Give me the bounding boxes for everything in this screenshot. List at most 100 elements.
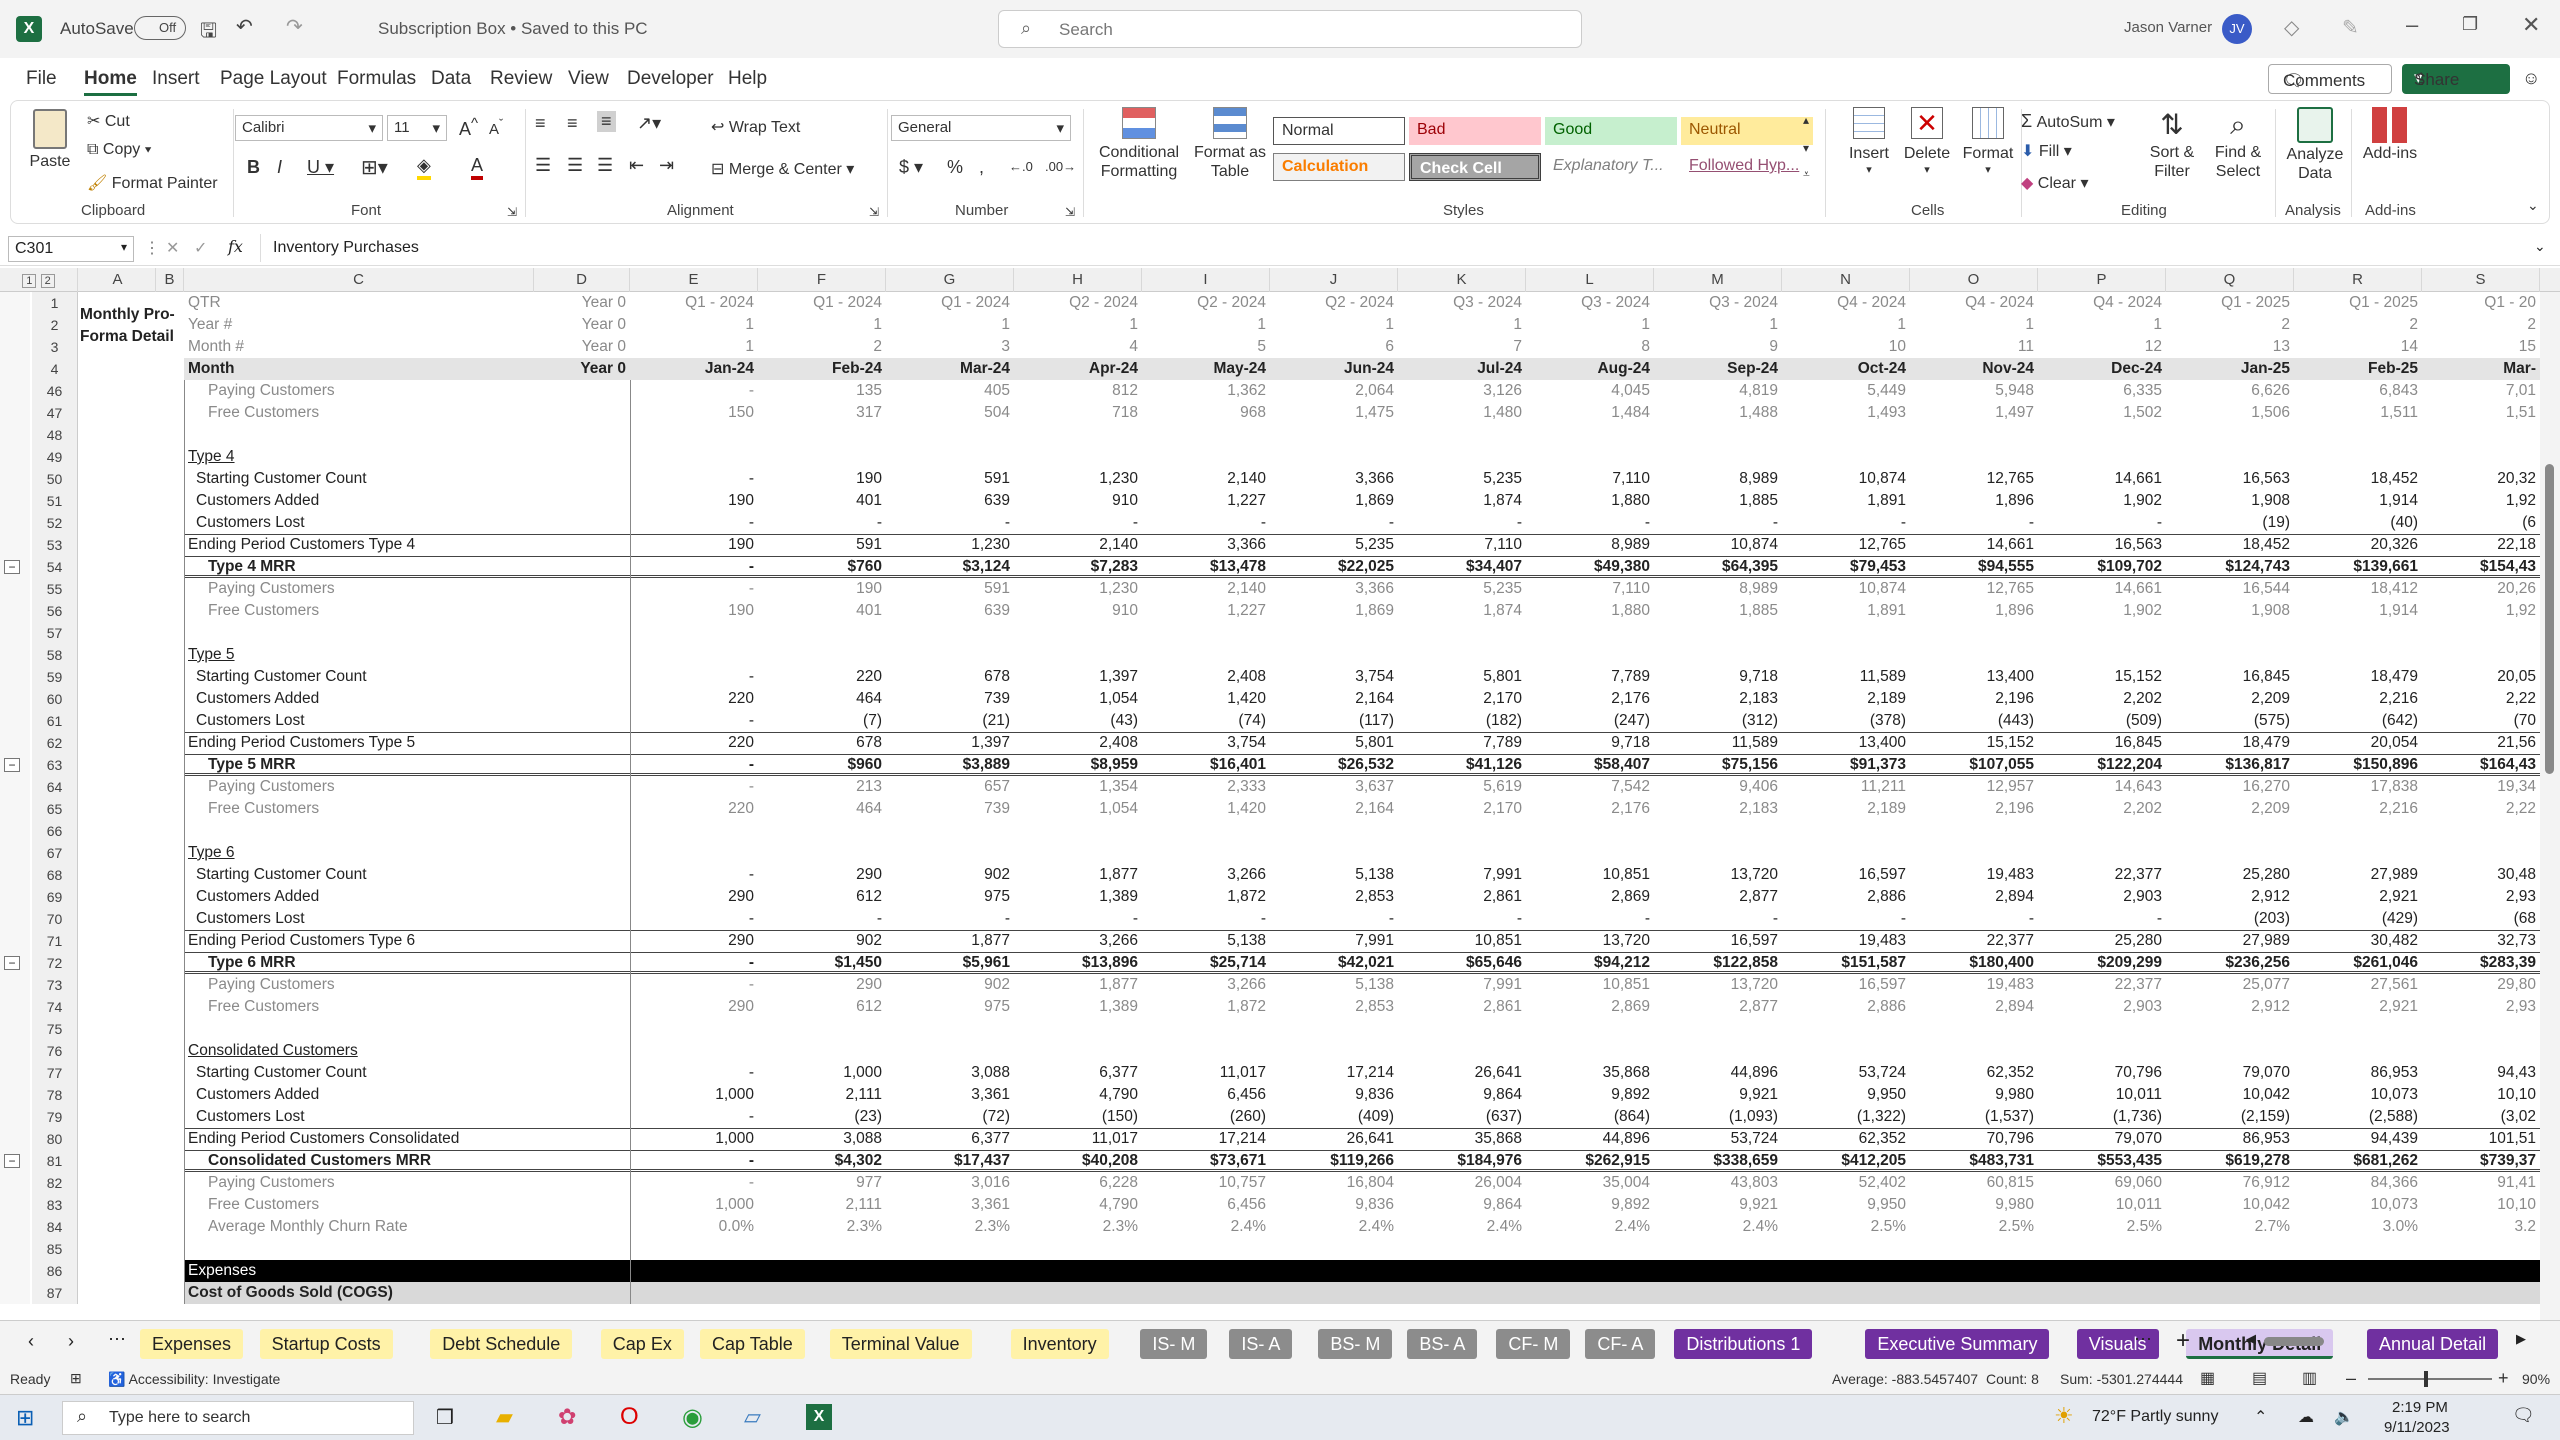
value-cell[interactable]: 1,484 [1526,402,1654,424]
column-header-k[interactable]: K [1398,268,1526,292]
value-cell[interactable]: Q3 - 2024 [1526,292,1654,314]
sheet-tab-cap-ex[interactable]: Cap Ex [600,1329,684,1359]
value-cell[interactable]: $94,212 [1526,952,1654,974]
value-cell[interactable]: - [630,512,758,534]
value-cell[interactable]: 5,449 [1782,380,1910,402]
value-cell[interactable]: 20,05 [2422,666,2540,688]
value-cell[interactable]: 3,754 [1142,732,1270,754]
value-cell[interactable]: $91,373 [1782,754,1910,776]
collapse-group-button[interactable]: − [4,956,20,970]
value-cell[interactable]: 17,214 [1142,1128,1270,1150]
value-cell[interactable]: 7,110 [1526,578,1654,600]
value-cell[interactable]: 12 [2038,336,2166,358]
value-cell[interactable]: 16,804 [1270,1172,1398,1194]
row-label[interactable]: Free Customers [204,996,534,1018]
value-cell[interactable]: (68 [2422,908,2540,930]
value-cell[interactable]: 69,060 [2038,1172,2166,1194]
fill-color-icon[interactable]: ◈ [417,155,431,180]
value-cell[interactable]: 3,266 [1142,974,1270,996]
row-label[interactable] [192,622,534,644]
row-label[interactable]: Type 6 [184,842,534,864]
row-label[interactable] [192,424,534,446]
value-cell[interactable]: 4,790 [1014,1194,1142,1216]
font-color-icon[interactable]: A [471,155,484,180]
value-cell[interactable]: - [630,754,758,776]
row-label[interactable]: Customers Added [192,886,534,908]
app-icon-snip[interactable]: ✿ [558,1404,576,1430]
value-cell[interactable]: 739 [886,798,1014,820]
value-cell[interactable]: 7,789 [1398,732,1526,754]
value-cell[interactable]: 52,402 [1782,1172,1910,1194]
row-label[interactable]: Ending Period Customers Type 4 [184,534,534,556]
value-cell[interactable]: 1,230 [1014,578,1142,600]
value-cell[interactable]: 902 [886,864,1014,886]
avatar[interactable]: JV [2222,14,2252,44]
value-cell[interactable]: - [630,556,758,578]
minimize-icon[interactable]: – [2406,12,2418,38]
value-cell[interactable]: 2.5% [2038,1216,2166,1238]
row-label[interactable]: Starting Customer Count [192,666,534,688]
save-icon[interactable]: 🖫 [200,16,217,50]
row-number[interactable]: 87 [32,1282,78,1304]
value-cell[interactable]: 1,000 [758,1062,886,1084]
value-cell[interactable]: 35,004 [1526,1172,1654,1194]
value-cell[interactable]: 1,885 [1654,600,1782,622]
value-cell[interactable]: $739,37 [2422,1150,2540,1172]
more-icon[interactable]: ⋮ [144,238,160,258]
value-cell[interactable]: $960 [758,754,886,776]
value-cell[interactable]: 9,980 [1910,1084,2038,1106]
year0-cell[interactable]: Year 0 [534,292,630,314]
value-cell[interactable]: 1,896 [1910,490,2038,512]
page-layout-view-icon[interactable]: ▤ [2252,1368,2267,1388]
wrap-text-button[interactable]: ↩ Wrap Text [711,117,800,137]
currency-icon[interactable]: $ ▾ [899,157,923,178]
value-cell[interactable]: 19,34 [2422,776,2540,798]
sheet-tab-terminal-value[interactable]: Terminal Value [829,1329,972,1359]
value-cell[interactable]: 8,989 [1654,578,1782,600]
value-cell[interactable]: 1,054 [1014,688,1142,710]
value-cell[interactable]: 1 [1014,314,1142,336]
value-cell[interactable]: 30,482 [2294,930,2422,952]
column-header-n[interactable]: N [1782,268,1910,292]
value-cell[interactable]: 32,73 [2422,930,2540,952]
value-cell[interactable]: 2,183 [1654,688,1782,710]
value-cell[interactable]: 30,48 [2422,864,2540,886]
value-cell[interactable]: 9,836 [1270,1194,1398,1216]
value-cell[interactable]: 2,170 [1398,688,1526,710]
zoom-slider-thumb[interactable] [2424,1371,2428,1387]
row-number[interactable]: 73 [32,974,78,996]
value-cell[interactable]: 910 [1014,600,1142,622]
value-cell[interactable]: $25,714 [1142,952,1270,974]
column-header-q[interactable]: Q [2166,268,2294,292]
row-number[interactable]: 76 [32,1040,78,1062]
expand-formula-icon[interactable]: ⌄ [2534,238,2546,255]
value-cell[interactable]: 290 [630,996,758,1018]
row-label[interactable]: Type 5 MRR [204,754,534,776]
task-view-icon[interactable]: ❒ [436,1405,454,1430]
comma-icon[interactable]: , [979,157,984,178]
diamond-icon[interactable]: ◇ [2284,15,2299,40]
value-cell[interactable]: 2.7% [2166,1216,2294,1238]
value-cell[interactable]: $8,959 [1014,754,1142,776]
value-cell[interactable]: 25,280 [2166,864,2294,886]
value-cell[interactable]: $75,156 [1654,754,1782,776]
value-cell[interactable]: - [1910,512,2038,534]
value-cell[interactable]: 27,989 [2294,864,2422,886]
value-cell[interactable]: Q1 - 20 [2422,292,2540,314]
value-cell[interactable]: (21) [886,710,1014,732]
value-cell[interactable]: (409) [1270,1106,1398,1128]
styles-scroll-up-icon[interactable]: ▴ [1803,113,1809,127]
value-cell[interactable]: 86,953 [2294,1062,2422,1084]
value-cell[interactable]: Q1 - 2024 [630,292,758,314]
align-top-icon[interactable]: ≡ [535,113,546,134]
value-cell[interactable]: - [630,864,758,886]
value-cell[interactable]: 190 [630,534,758,556]
number-format-dropdown[interactable]: General ▾ [891,115,1071,141]
collapse-group-button[interactable]: − [4,758,20,772]
align-middle-icon[interactable]: ≡ [567,113,578,134]
value-cell[interactable]: 13,400 [1782,732,1910,754]
value-cell[interactable]: 10,874 [1654,534,1782,556]
sheet-tab-debt-schedule[interactable]: Debt Schedule [430,1329,573,1359]
clock-date[interactable]: 9/11/2023 [2384,1419,2450,1436]
value-cell[interactable]: 1,914 [2294,600,2422,622]
